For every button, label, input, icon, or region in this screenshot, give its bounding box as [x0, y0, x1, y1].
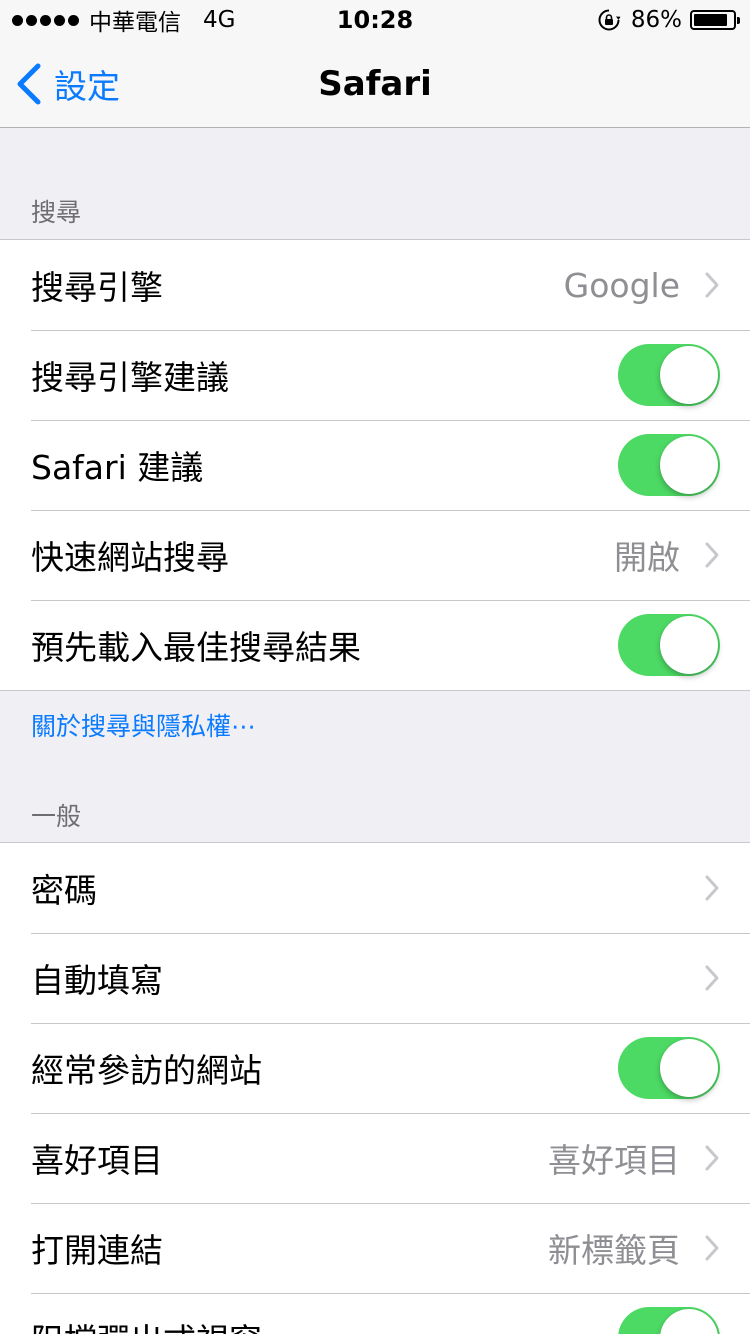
chevron-right-icon [705, 1235, 719, 1261]
search-engine-suggestions-toggle[interactable] [618, 344, 720, 406]
general-settings-group: 密碼 自動填寫 經常參訪的網站 喜好項目 喜好項目 打開連結 新標籤頁 阻擋彈出… [0, 842, 750, 1334]
row-label: 預先載入最佳搜尋結果 [31, 628, 361, 667]
status-bar: 中華電信 4G 10:28 86% [0, 0, 750, 40]
row-favorites[interactable]: 喜好項目 喜好項目 [0, 1113, 750, 1203]
row-label: Safari 建議 [31, 448, 204, 487]
row-label: 喜好項目 [31, 1141, 163, 1180]
row-autofill[interactable]: 自動填寫 [0, 933, 750, 1023]
frequently-visited-sites-toggle[interactable] [618, 1037, 720, 1099]
row-label: 自動填寫 [31, 961, 163, 1000]
row-label: 經常參訪的網站 [31, 1051, 262, 1090]
row-frequently-visited-sites: 經常參訪的網站 [0, 1023, 750, 1113]
row-label: 快速網站搜尋 [31, 538, 229, 577]
toggle-knob [660, 436, 718, 494]
chevron-right-icon [705, 875, 719, 901]
toggle-knob [660, 1039, 718, 1097]
row-open-links[interactable]: 打開連結 新標籤頁 [0, 1203, 750, 1293]
toggle-knob [660, 346, 718, 404]
search-settings-group: 搜尋引擎 Google 搜尋引擎建議 Safari 建議 快速網站搜尋 開啟 預… [0, 239, 750, 691]
row-search-engine[interactable]: 搜尋引擎 Google [0, 240, 750, 330]
row-label: 阻擋彈出式視窗 [31, 1314, 618, 1334]
row-value: 新標籤頁 [548, 1231, 680, 1270]
about-search-privacy-link[interactable]: 關於搜尋與隱私權⋯ [31, 707, 256, 743]
row-value: Google [563, 265, 680, 305]
back-button-label: 設定 [54, 67, 120, 106]
safari-suggestions-toggle[interactable] [618, 434, 720, 496]
chevron-right-icon [705, 965, 719, 991]
back-button[interactable]: 設定 [14, 40, 120, 128]
row-quick-website-search[interactable]: 快速網站搜尋 開啟 [0, 510, 750, 600]
row-label: 打開連結 [31, 1231, 163, 1270]
row-label: 密碼 [31, 871, 97, 910]
chevron-right-icon [705, 1145, 719, 1171]
row-search-engine-suggestions: 搜尋引擎建議 [0, 330, 750, 420]
toggle-knob [660, 1309, 718, 1334]
battery-fill [694, 14, 727, 26]
chevron-right-icon [705, 272, 719, 298]
row-label: 搜尋引擎建議 [31, 358, 229, 397]
toggle-knob [660, 616, 718, 674]
chevron-left-icon [17, 63, 41, 105]
row-label: 搜尋引擎 [31, 268, 163, 307]
section-header-search: 搜尋 [31, 198, 82, 227]
chevron-right-icon [705, 542, 719, 568]
rotation-lock-icon [598, 9, 621, 31]
row-preload-top-hit: 預先載入最佳搜尋結果 [0, 600, 750, 690]
section-header-general: 一般 [31, 802, 82, 831]
battery-percent: 86% [630, 7, 682, 33]
battery-icon [690, 10, 740, 30]
row-passwords[interactable]: 密碼 [0, 843, 750, 933]
row-safari-suggestions: Safari 建議 [0, 420, 750, 510]
status-right: 86% [597, 6, 740, 34]
row-value: 喜好項目 [548, 1141, 680, 1180]
navigation-bar: 設定 Safari [0, 40, 750, 128]
block-popups-toggle[interactable] [618, 1307, 720, 1334]
row-value: 開啟 [614, 538, 680, 577]
preload-top-hit-toggle[interactable] [618, 614, 720, 676]
row-block-popups: 阻擋彈出式視窗 [0, 1293, 750, 1334]
